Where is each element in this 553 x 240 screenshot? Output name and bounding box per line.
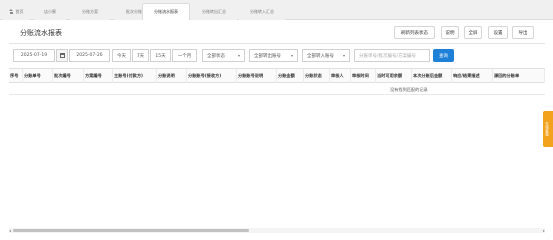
tab-label: 首页: [15, 8, 24, 14]
tab-label: 分账方案: [82, 8, 98, 14]
column-header[interactable]: 审核时间: [351, 69, 376, 83]
scrollbar-thumb[interactable]: [13, 229, 249, 232]
help-button[interactable]: 说明: [441, 26, 459, 39]
column-header[interactable]: 方案编号: [84, 69, 113, 83]
column-header[interactable]: 主账号(付款方): [113, 69, 157, 83]
settings-button[interactable]: 设置: [488, 26, 508, 39]
calendar-icon[interactable]: [56, 49, 68, 62]
column-header[interactable]: 当时可用余额: [376, 69, 412, 83]
table-header: 序号 分账单号 批次编号 方案编号 主账号(付款方) 分账说明 分账账号(接收方…: [9, 68, 545, 83]
column-header[interactable]: 审核人: [330, 69, 351, 83]
column-header[interactable]: 分账单号: [23, 69, 53, 83]
column-header[interactable]: 序号: [9, 69, 23, 83]
tab-split-report[interactable]: 分账流水报表: [142, 3, 190, 20]
status-select[interactable]: 全部状态 ▾: [202, 49, 245, 62]
tab-label: 分账转入汇总: [250, 8, 274, 14]
export-button[interactable]: 导出: [512, 26, 534, 39]
tab-bar: 首页 店小蜜 分账方案 批次分账 分账流水报表 分账转出汇总 分账转入汇总: [0, 0, 553, 20]
column-header[interactable]: 分账状态: [304, 69, 330, 83]
tab-dianxiaomi[interactable]: 店小蜜: [34, 3, 66, 20]
out-account-select-value: 全部转出账号: [254, 53, 281, 59]
column-header[interactable]: 分账金额: [277, 69, 304, 83]
scroll-right-icon[interactable]: ▸: [543, 228, 545, 233]
fullscreen-button[interactable]: 全屏: [464, 26, 482, 39]
out-account-select[interactable]: 全部转出账号 ▾: [249, 49, 298, 62]
column-header[interactable]: 响应/结果描述: [452, 69, 493, 83]
column-header[interactable]: 本次分账后金额: [412, 69, 452, 83]
tab-in-summary[interactable]: 分账转入汇总: [239, 3, 285, 20]
tab-label: 分账流水报表: [154, 9, 178, 14]
tab-split-plan[interactable]: 分账方案: [70, 3, 110, 20]
empty-message: 没有找到匹配的记录: [390, 87, 428, 92]
divider: [9, 43, 545, 44]
tab-label: 店小蜜: [44, 8, 56, 14]
in-account-select[interactable]: 全部转入账号 ▾: [302, 49, 350, 62]
quick-month-button[interactable]: 一个月: [172, 49, 197, 62]
chevron-down-icon: ▾: [342, 53, 345, 58]
status-select-value: 全部状态: [207, 53, 225, 59]
search-input[interactable]: 分账单号/批次编号/方案编号: [354, 49, 430, 62]
column-header[interactable]: 分账账号(接收方): [187, 69, 237, 83]
date-end-input[interactable]: 2025-07-26: [69, 49, 110, 62]
date-start-input[interactable]: 2025-07-19: [13, 49, 55, 62]
in-account-select-value: 全部转入账号: [307, 53, 334, 59]
quick-7days-button[interactable]: 7天: [132, 49, 149, 62]
home-icon: [8, 9, 14, 14]
refresh-status-button[interactable]: 刷新列表状态: [394, 26, 435, 39]
chevron-down-icon: ▾: [290, 53, 293, 58]
column-header[interactable]: 分账账号说明: [237, 69, 277, 83]
column-header[interactable]: 分账说明: [157, 69, 187, 83]
tab-out-summary[interactable]: 分账转出汇总: [191, 3, 237, 20]
column-header[interactable]: 源回的分账单: [493, 69, 545, 83]
online-service-tab[interactable]: 在线客服: [543, 111, 553, 147]
scroll-left-icon[interactable]: ◂: [9, 228, 11, 233]
query-button[interactable]: 查询: [433, 49, 454, 62]
tab-home[interactable]: 首页: [2, 3, 30, 20]
tab-label: 批次分账: [126, 8, 142, 14]
tab-label: 分账转出汇总: [202, 8, 226, 14]
quick-today-button[interactable]: 今天: [112, 49, 131, 62]
page-title: 分账流水报表: [20, 29, 62, 37]
quick-15days-button[interactable]: 15天: [150, 49, 171, 62]
column-header[interactable]: 批次编号: [53, 69, 84, 83]
divider: [9, 94, 545, 95]
horizontal-scrollbar[interactable]: ◂ ▸: [9, 228, 545, 233]
chevron-down-icon: ▾: [237, 53, 240, 58]
